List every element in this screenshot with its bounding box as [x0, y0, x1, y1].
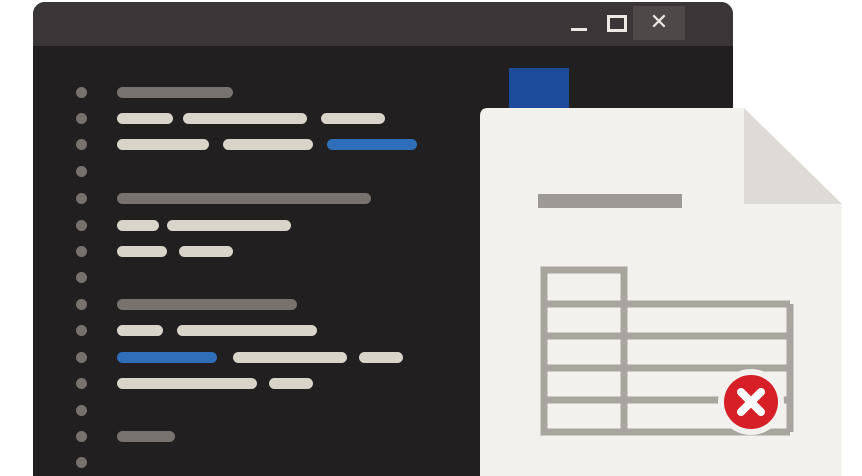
error-icon [718, 369, 784, 435]
document-heading-placeholder [538, 194, 682, 208]
line-marker [76, 325, 87, 336]
line-marker [76, 246, 87, 257]
code-line-placeholder [269, 378, 313, 389]
code-line-placeholder [183, 113, 307, 124]
code-line-placeholder [117, 325, 163, 336]
line-marker [76, 139, 87, 150]
line-marker [76, 457, 87, 468]
code-line-highlight [327, 139, 417, 150]
line-marker [76, 352, 87, 363]
line-marker [76, 87, 87, 98]
code-line-placeholder [321, 113, 385, 124]
blue-tab-marker [509, 68, 569, 110]
code-line-placeholder [117, 220, 159, 231]
line-marker [76, 166, 87, 177]
code-line-placeholder [117, 431, 175, 442]
code-line-placeholder [117, 299, 297, 310]
line-marker [76, 431, 87, 442]
code-line-placeholder [223, 139, 313, 150]
code-line-placeholder [117, 87, 233, 98]
line-marker [76, 272, 87, 283]
code-line-placeholder [117, 139, 209, 150]
code-line-placeholder [117, 246, 167, 257]
code-line-highlight [117, 352, 217, 363]
code-line-placeholder [117, 193, 371, 204]
line-marker [76, 193, 87, 204]
code-line-placeholder [179, 246, 233, 257]
line-marker [76, 113, 87, 124]
code-line-placeholder [359, 352, 403, 363]
code-line-placeholder [117, 113, 173, 124]
code-line-placeholder [177, 325, 317, 336]
code-line-placeholder [167, 220, 291, 231]
line-marker [76, 378, 87, 389]
line-marker [76, 299, 87, 310]
line-marker [76, 405, 87, 416]
code-line-placeholder [233, 352, 347, 363]
line-marker [76, 220, 87, 231]
code-line-placeholder [117, 378, 257, 389]
